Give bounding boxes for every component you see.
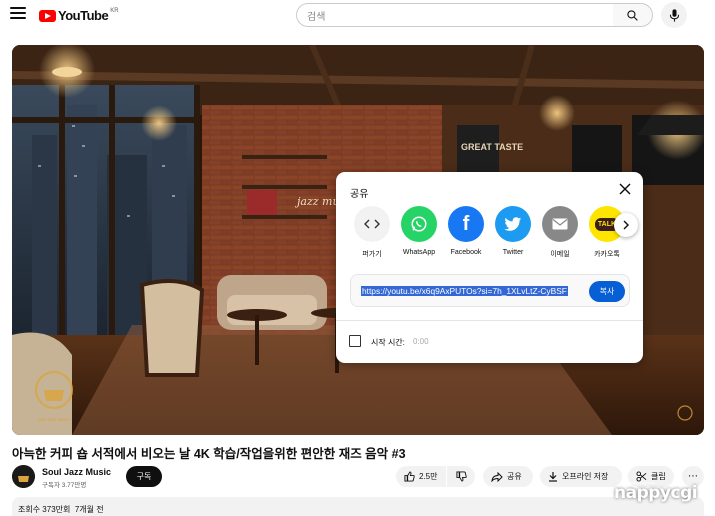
start-at-time-input[interactable]: 0:00	[413, 337, 429, 346]
share-whatsapp-label: WhatsApp	[402, 249, 436, 256]
mic-icon	[669, 8, 679, 22]
like-button[interactable]: 2.5만	[396, 466, 446, 487]
dialog-divider	[336, 320, 643, 321]
search-icon	[627, 9, 638, 21]
share-embed-label: 퍼가기	[362, 251, 382, 258]
voice-search-button[interactable]	[661, 2, 687, 28]
offline-save-label: 오프라인 저장	[562, 472, 609, 481]
download-icon	[548, 471, 558, 482]
search-placeholder: 검색	[307, 11, 326, 23]
youtube-play-icon	[39, 9, 56, 22]
whatsapp-icon	[401, 206, 437, 242]
embed-icon	[354, 206, 390, 242]
share-email-label: 이메일	[550, 251, 570, 258]
logo-region: KR	[110, 7, 119, 14]
subscriber-count: 구독자 3.77만명	[42, 482, 87, 489]
video-title: 아늑한 커피 숍 서적에서 비오는 날 4K 학습/작업을위한 편안한 재즈 음…	[12, 447, 406, 461]
close-button[interactable]	[618, 182, 632, 196]
thumbs-up-icon	[404, 471, 415, 482]
share-next-button[interactable]	[614, 213, 638, 237]
facebook-icon: f	[448, 206, 484, 242]
share-targets: 퍼가기 WhatsApp f Facebook Twitter 이메일 TALK…	[350, 206, 632, 262]
share-whatsapp[interactable]: WhatsApp	[395, 206, 443, 256]
share-arrow-icon	[491, 471, 503, 482]
chevron-right-icon	[623, 220, 629, 230]
twitter-icon	[495, 206, 531, 242]
description-box[interactable]: 조회수 373만회 7개월 전	[12, 497, 704, 516]
thumbs-down-icon	[455, 471, 467, 482]
youtube-logo[interactable]: YouTube KR	[39, 8, 119, 23]
start-at-checkbox[interactable]	[349, 335, 361, 347]
subscribe-button[interactable]: 구독	[126, 466, 162, 487]
share-dialog-title: 공유	[350, 189, 369, 200]
channel-avatar[interactable]	[12, 465, 35, 488]
copy-button[interactable]: 복사	[589, 281, 625, 302]
youtube-watch-page: YouTube KR 검색 GREAT TASTE jazz Soul Jazz…	[0, 0, 715, 516]
shop-sign: GREAT TASTE	[461, 142, 523, 152]
start-at-label: 시작 시간:	[371, 338, 405, 347]
share-twitter[interactable]: Twitter	[489, 206, 537, 256]
channel-name[interactable]: Soul Jazz Music	[42, 467, 111, 477]
offline-save-button[interactable]: 오프라인 저장	[540, 466, 622, 487]
share-button[interactable]: 공유	[483, 466, 533, 487]
close-icon	[619, 183, 631, 195]
share-kakaotalk-label: 카카오톡	[594, 251, 620, 258]
mail-icon	[542, 206, 578, 242]
top-header: YouTube KR 검색	[0, 0, 715, 30]
menu-icon[interactable]	[10, 7, 26, 21]
upload-age: 7개월 전	[74, 505, 104, 514]
share-twitter-label: Twitter	[502, 249, 524, 256]
channel-logo-text: Soul Jazz Music	[37, 417, 70, 422]
view-count: 조회수 373만회	[18, 505, 71, 514]
dislike-button[interactable]	[447, 466, 475, 487]
share-facebook-label: Facebook	[450, 249, 482, 256]
watermark: nappycgi	[614, 483, 698, 503]
view-count-and-date: 조회수 373만회 7개월 전	[18, 504, 104, 515]
search-input[interactable]: 검색	[296, 3, 614, 27]
share-link-field[interactable]: https://youtu.be/x6q9AxPUTOs?si=7h_1XLvL…	[350, 274, 630, 307]
share-embed[interactable]: 퍼가기	[348, 206, 396, 259]
share-link-text[interactable]: https://youtu.be/x6q9AxPUTOs?si=7h_1XLvL…	[361, 286, 568, 296]
like-count: 2.5만	[419, 472, 438, 481]
more-icon: ⋯	[688, 471, 698, 482]
share-dialog: 공유 퍼가기 WhatsApp f Facebook Twitter 이메일 T…	[336, 172, 643, 363]
search-button[interactable]	[613, 3, 653, 27]
share-facebook[interactable]: f Facebook	[442, 206, 490, 256]
share-email[interactable]: 이메일	[536, 206, 584, 259]
logo-text: YouTube	[58, 8, 109, 23]
share-label: 공유	[507, 472, 522, 481]
